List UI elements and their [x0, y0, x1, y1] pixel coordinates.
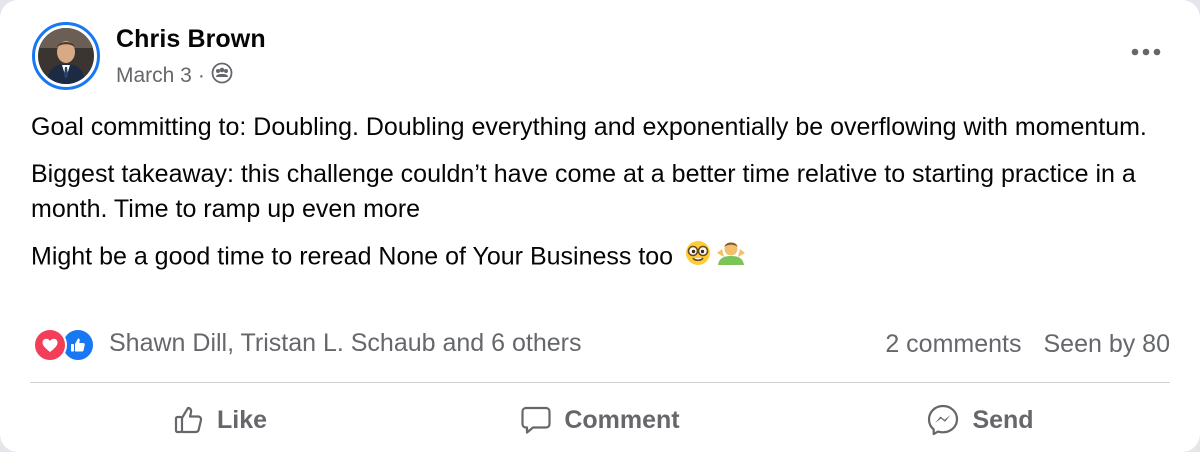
- reactions-summary[interactable]: Shawn Dill, Tristan L. Schaub and 6 othe…: [33, 326, 582, 362]
- post-meta: March 3 ·: [116, 62, 233, 90]
- post-paragraph: Goal committing to: Doubling. Doubling e…: [31, 113, 1147, 141]
- like-button[interactable]: Like: [30, 392, 410, 448]
- man-shrugging-emoji: [716, 239, 746, 277]
- like-label: Like: [216, 405, 268, 434]
- messenger-icon: [928, 404, 959, 436]
- comment-label: Comment: [564, 405, 680, 434]
- divider: [30, 382, 1170, 383]
- comments-count[interactable]: 2 comments: [885, 330, 1021, 359]
- send-label: Send: [972, 405, 1034, 434]
- comment-icon: [521, 406, 551, 434]
- reactions-text[interactable]: Shawn Dill, Tristan L. Schaub and 6 othe…: [109, 329, 582, 358]
- more-dots-icon: [1131, 48, 1161, 56]
- seen-count[interactable]: Seen by 80: [1044, 330, 1171, 359]
- avatar[interactable]: [32, 22, 100, 90]
- more-options-button[interactable]: [1126, 38, 1166, 66]
- send-button[interactable]: Send: [790, 392, 1170, 448]
- meta-separator: ·: [197, 64, 205, 87]
- post-card: Chris Brown March 3 · Goal committing to…: [0, 0, 1200, 452]
- love-reaction-icon: [33, 328, 67, 362]
- post-paragraph: Biggest takeaway: this challenge couldn’…: [31, 160, 1136, 223]
- author-name[interactable]: Chris Brown: [116, 25, 266, 54]
- post-body: Goal committing to: Doubling. Doubling e…: [31, 110, 1151, 289]
- post-actions: Like Comment Send: [30, 392, 1170, 448]
- avatar-photo: [38, 28, 94, 84]
- comment-button[interactable]: Comment: [410, 392, 790, 448]
- post-paragraph-text: Might be a good time to reread None of Y…: [31, 242, 674, 271]
- nerd-face-emoji: [684, 239, 712, 277]
- post-stats: 2 comments Seen by 80: [885, 330, 1170, 359]
- post-paragraph: Might be a good time to reread None of Y…: [31, 239, 1151, 277]
- post-date[interactable]: March 3: [116, 64, 192, 88]
- group-audience-icon: [211, 62, 233, 90]
- thumbs-up-icon: [174, 406, 203, 434]
- reaction-icons: [33, 326, 101, 362]
